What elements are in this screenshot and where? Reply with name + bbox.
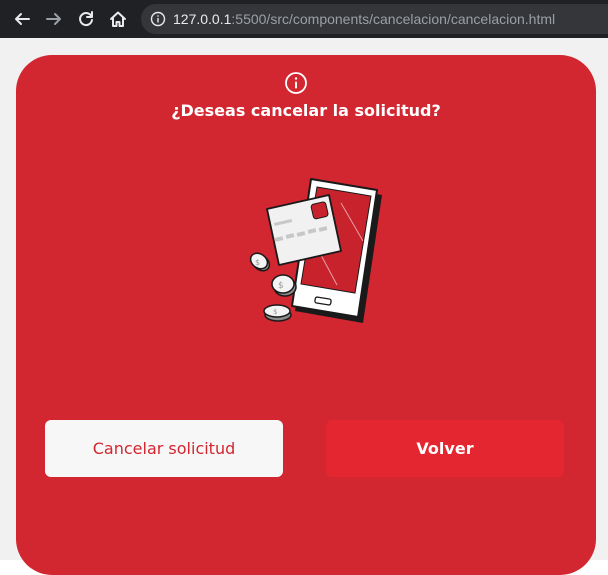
cancel-request-button[interactable]: Cancelar solicitud [45, 420, 283, 477]
url-text: 127.0.0.1:5500/src/components/cancelacio… [173, 4, 555, 34]
back-arrow-icon[interactable] [10, 7, 34, 31]
home-icon[interactable] [106, 7, 130, 31]
svg-text:$: $ [278, 281, 284, 291]
url-host: 127.0.0.1 [173, 11, 232, 27]
info-icon [284, 71, 308, 95]
forward-arrow-icon[interactable] [42, 7, 66, 31]
back-button[interactable]: Volver [326, 420, 564, 477]
browser-toolbar: 127.0.0.1:5500/src/components/cancelacio… [0, 0, 608, 38]
reload-icon[interactable] [74, 7, 98, 31]
url-path: :5500/src/components/cancelacion/cancela… [231, 11, 556, 27]
phone-card-coins-illustration: $ $ $ [245, 173, 385, 328]
address-bar[interactable]: 127.0.0.1:5500/src/components/cancelacio… [141, 4, 608, 34]
dialog-title: ¿Deseas cancelar la solicitud? [171, 101, 441, 120]
cancel-dialog: ¿Deseas cancelar la solicitud? $ $ $ Can… [16, 55, 596, 575]
svg-text:$: $ [273, 308, 277, 316]
svg-text:$: $ [255, 258, 260, 267]
site-info-icon[interactable] [150, 11, 166, 27]
page-background: ¿Deseas cancelar la solicitud? $ $ $ Can… [0, 38, 608, 575]
